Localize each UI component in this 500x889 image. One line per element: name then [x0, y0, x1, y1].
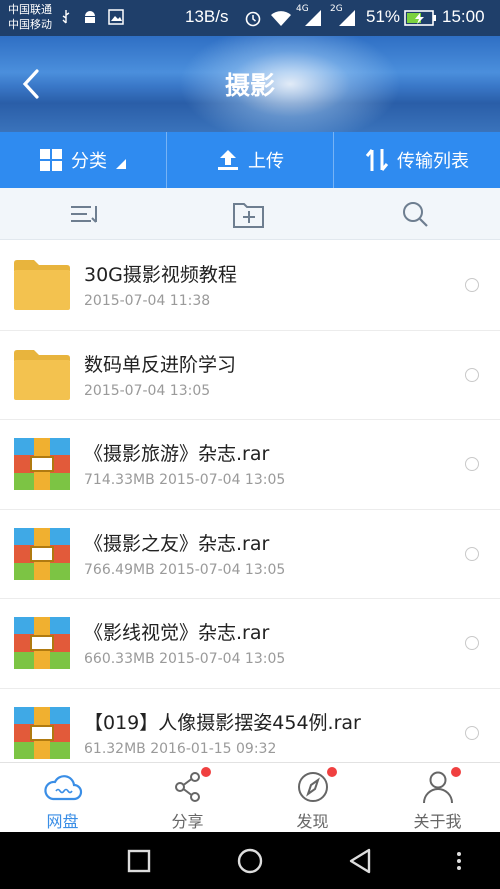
transfer-list-label: 传输列表 [397, 151, 469, 172]
select-radio[interactable] [465, 457, 479, 471]
file-list: 30G摄影视频教程 2015-07-04 11:38 数码单反进阶学习 2015… [0, 241, 500, 762]
circle-icon [237, 848, 263, 874]
battery-percent: 51% [366, 7, 401, 26]
triangle-back-icon [349, 848, 371, 874]
archive-icon [14, 438, 70, 490]
wifi-icon [270, 9, 292, 31]
file-meta: 714.33MB 2015-07-04 13:05 [84, 472, 286, 488]
menu-button[interactable] [444, 846, 474, 876]
image-icon [108, 9, 124, 29]
recents-button[interactable] [124, 846, 154, 876]
list-item[interactable]: 《摄影旅游》杂志.rar 714.33MB 2015-07-04 13:05 [0, 420, 500, 510]
notification-badge [201, 767, 211, 777]
carrier-labels: 中国联通 中国移动 [8, 2, 52, 32]
tab-label: 关于我 [413, 812, 462, 831]
archive-icon [14, 527, 70, 580]
new-folder-button[interactable] [232, 198, 266, 230]
battery-icon [404, 9, 438, 31]
category-button[interactable]: 分类 [0, 132, 166, 188]
more-vertical-icon [457, 852, 461, 870]
notification-badge [451, 767, 461, 777]
compass-icon [297, 772, 328, 802]
tab-about-me[interactable]: 关于我 [375, 763, 500, 832]
usb-icon [60, 9, 72, 29]
page-title: 摄影 [224, 71, 275, 100]
list-item[interactable]: 30G摄影视频教程 2015-07-04 11:38 [0, 241, 500, 331]
file-name: 数码单反进阶学习 [84, 353, 237, 376]
file-name: 《摄影之友》杂志.rar [84, 532, 270, 555]
tab-label: 发现 [296, 812, 329, 831]
file-meta: 660.33MB 2015-07-04 13:05 [84, 651, 286, 667]
status-bar: 中国联通 中国移动 13B/s 4G 2G 51% 15:00 [0, 0, 500, 36]
square-icon [127, 849, 151, 873]
select-radio[interactable] [465, 278, 479, 292]
list-item[interactable]: 《影线视觉》杂志.rar 660.33MB 2015-07-04 13:05 [0, 599, 500, 689]
file-meta: 766.49MB 2015-07-04 13:05 [84, 561, 286, 578]
file-name: 《摄影旅游》杂志.rar [84, 443, 270, 465]
archive-icon [14, 617, 70, 669]
android-icon [82, 9, 98, 29]
select-radio[interactable] [465, 725, 479, 740]
select-radio[interactable] [465, 367, 479, 382]
file-meta: 2015-07-04 13:05 [84, 382, 211, 399]
upload-label: 上传 [248, 151, 284, 172]
signal-icon [304, 9, 322, 31]
cloud-icon [43, 775, 82, 801]
carrier-1: 中国联通 [8, 3, 52, 16]
tab-discover[interactable]: 发现 [250, 763, 375, 832]
toolbar: 分类 上传 传输列表 [0, 132, 500, 188]
dropdown-triangle-icon [116, 159, 126, 169]
clock: 15:00 [442, 7, 485, 26]
file-meta: 61.32MB 2016-01-15 09:32 [84, 740, 277, 757]
alarm-icon [244, 9, 262, 31]
action-bar [0, 188, 500, 240]
select-radio[interactable] [465, 636, 479, 650]
bottom-nav: 网盘 分享 发现 关于我 [0, 762, 500, 832]
notification-badge [327, 767, 337, 777]
upload-button[interactable]: 上传 [166, 132, 333, 188]
add-folder-icon [233, 203, 264, 228]
list-item[interactable]: 数码单反进阶学习 2015-07-04 13:05 [0, 331, 500, 420]
file-name: 【019】人像摄影摆姿454例.rar [84, 711, 361, 734]
signal-icon [338, 9, 356, 31]
file-name: 《影线视觉》杂志.rar [84, 622, 270, 644]
header: 摄影 [0, 36, 500, 132]
transfer-list-button[interactable]: 传输列表 [333, 132, 500, 188]
tab-label: 网盘 [46, 812, 79, 831]
back-nav-button[interactable] [345, 846, 375, 876]
list-item[interactable]: 《摄影之友》杂志.rar 766.49MB 2015-07-04 13:05 [0, 510, 500, 599]
file-name: 30G摄影视频教程 [84, 264, 237, 286]
sort-button[interactable] [68, 198, 102, 230]
list-item[interactable]: 【019】人像摄影摆姿454例.rar 61.32MB 2016-01-15 0… [0, 689, 500, 763]
sort-list-icon [71, 206, 97, 223]
grid-icon [40, 149, 62, 171]
system-nav-bar [0, 832, 500, 889]
search-button[interactable] [398, 198, 432, 230]
upload-icon [218, 150, 238, 170]
tab-share[interactable]: 分享 [125, 763, 250, 832]
category-label: 分类 [71, 151, 107, 172]
home-button[interactable] [235, 846, 265, 876]
folder-icon [14, 259, 70, 311]
carrier-2: 中国移动 [8, 18, 52, 31]
archive-icon [14, 706, 70, 759]
tab-label: 分享 [171, 812, 204, 831]
file-meta: 2015-07-04 11:38 [84, 293, 211, 309]
select-radio[interactable] [465, 546, 479, 561]
folder-icon [14, 349, 70, 401]
transfer-arrows-icon [365, 149, 389, 171]
search-icon [403, 202, 428, 227]
tab-netdisk[interactable]: 网盘 [0, 763, 125, 832]
net-speed: 13B/s [185, 7, 229, 26]
